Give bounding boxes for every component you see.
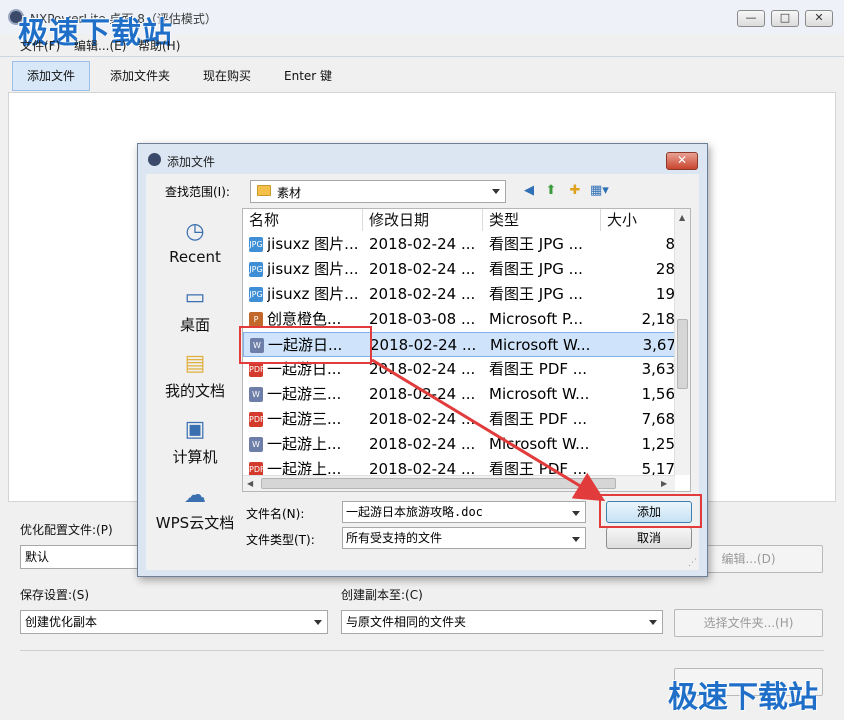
annotation-arrow [371,358,606,502]
